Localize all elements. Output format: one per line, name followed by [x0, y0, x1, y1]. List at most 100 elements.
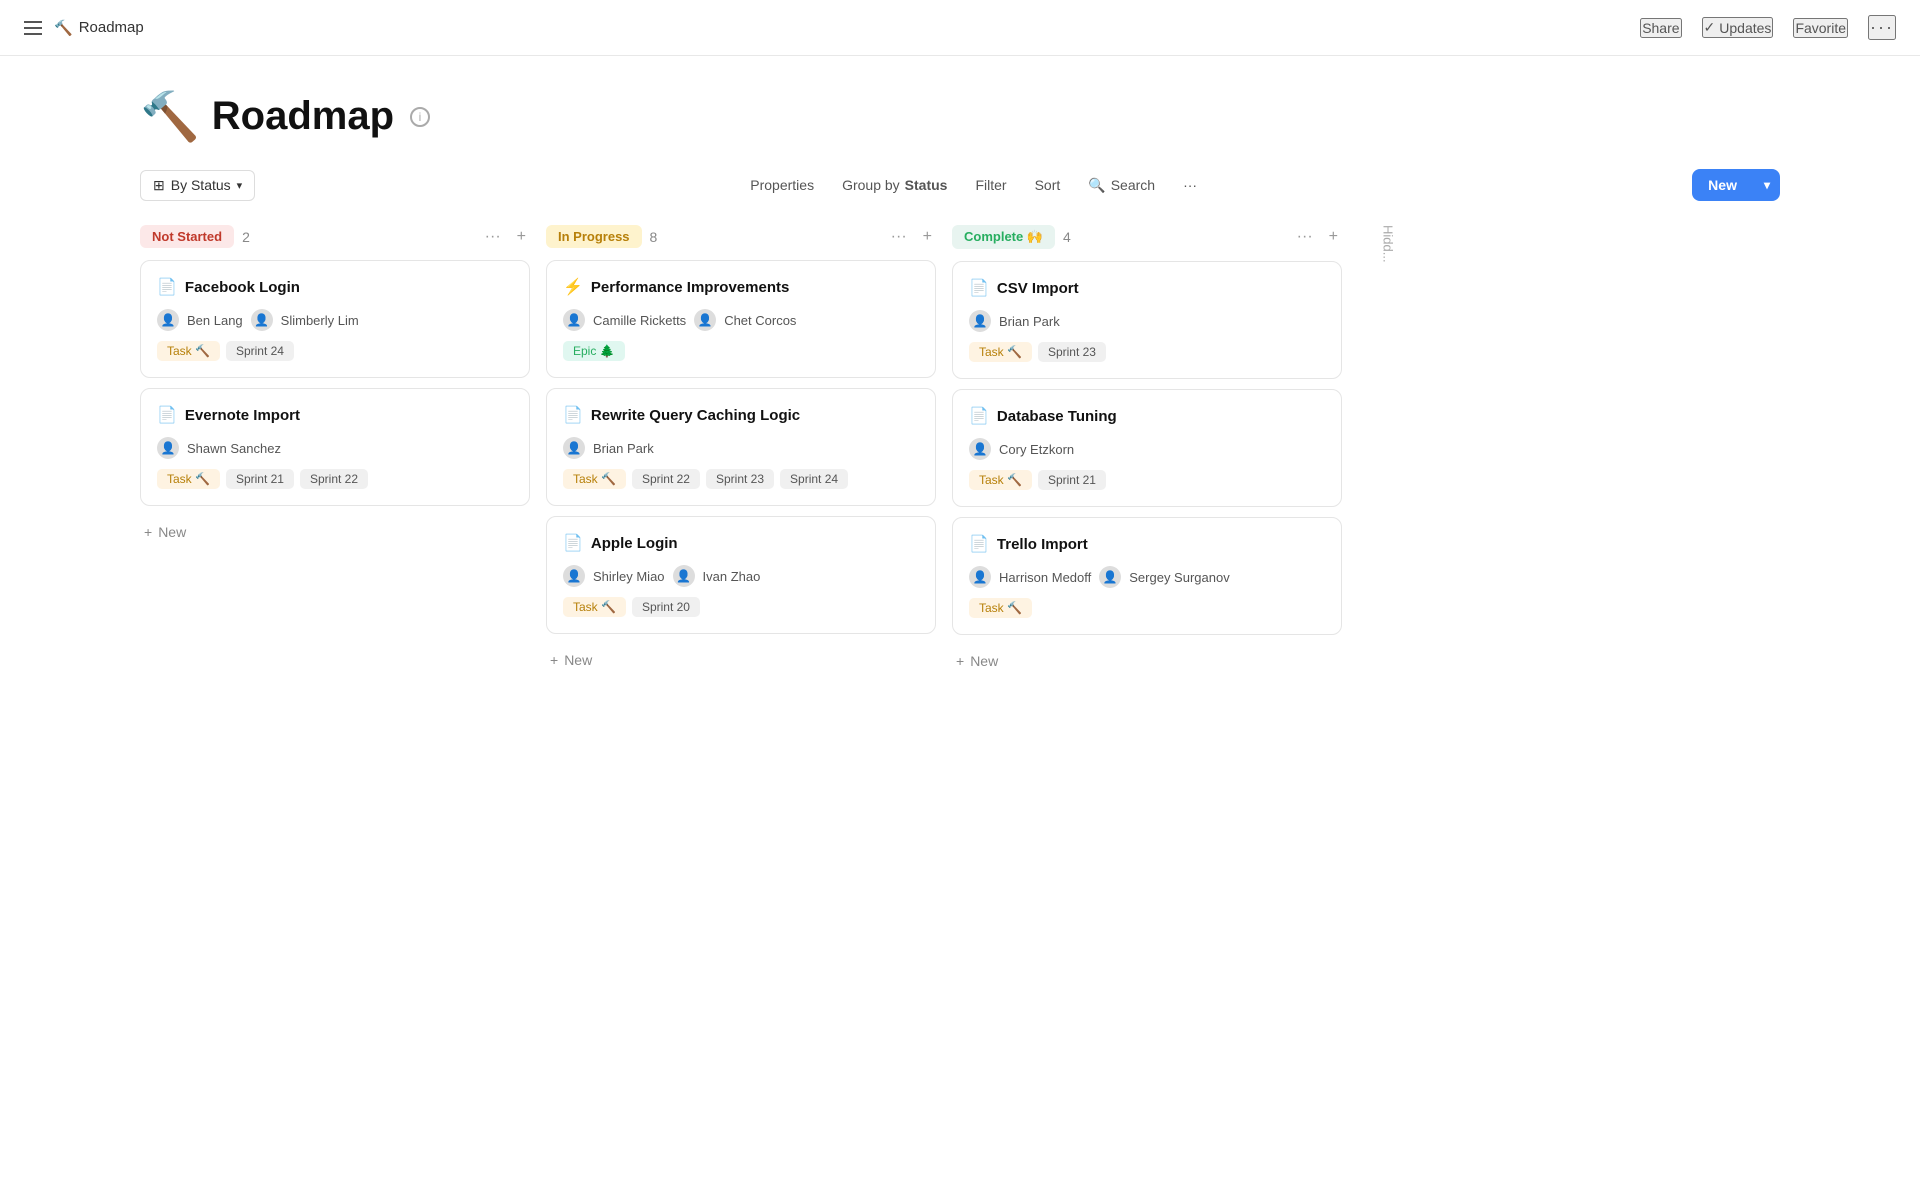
- column-menu-not-started[interactable]: ···: [481, 226, 505, 248]
- avatar: 👤: [694, 309, 716, 331]
- card-title-complete-1: 📄Database Tuning: [969, 406, 1325, 426]
- column-header-not-started: Not Started2···+: [140, 217, 530, 260]
- avatar: 👤: [969, 438, 991, 460]
- tag[interactable]: Sprint 21: [226, 469, 294, 489]
- grid-icon: ⊞: [153, 177, 165, 194]
- assignee-name: Chet Corcos: [724, 313, 796, 328]
- card-doc-icon: 📄: [969, 278, 989, 298]
- column-add-not-started[interactable]: +: [513, 226, 530, 248]
- avatar: 👤: [563, 437, 585, 459]
- by-status-button[interactable]: ⊞ By Status ▾: [140, 170, 255, 201]
- tag[interactable]: Sprint 23: [1038, 342, 1106, 362]
- add-new-in-progress[interactable]: + New: [546, 644, 596, 676]
- tag[interactable]: Task 🔨: [969, 342, 1032, 362]
- card-tags: Task 🔨: [969, 598, 1325, 618]
- assignee-name: Shirley Miao: [593, 569, 665, 584]
- add-new-not-started[interactable]: + New: [140, 516, 190, 548]
- group-by-label: Group by: [842, 177, 900, 193]
- avatar: 👤: [157, 309, 179, 331]
- share-button[interactable]: Share: [1640, 18, 1681, 38]
- card-doc-icon: 📄: [157, 277, 177, 297]
- tag[interactable]: Sprint 24: [780, 469, 848, 489]
- board: Not Started2···+📄Facebook Login👤Ben Lang…: [140, 217, 1780, 677]
- status-badge-complete: Complete 🙌: [952, 225, 1055, 249]
- tag[interactable]: Sprint 24: [226, 341, 294, 361]
- tag[interactable]: Task 🔨: [969, 470, 1032, 490]
- assignee-name: Cory Etzkorn: [999, 442, 1074, 457]
- card-title-complete-0: 📄 CSV Import: [969, 278, 1325, 298]
- tag[interactable]: Task 🔨: [563, 597, 626, 617]
- column-menu-complete[interactable]: ···: [1293, 226, 1317, 248]
- more-toolbar-button[interactable]: ···: [1171, 171, 1209, 199]
- tag[interactable]: Sprint 23: [706, 469, 774, 489]
- card-assignees: 👤Shirley Miao👤Ivan Zhao: [563, 565, 919, 587]
- assignee-name: Camille Ricketts: [593, 313, 686, 328]
- tag[interactable]: Sprint 22: [632, 469, 700, 489]
- topbar: 🔨 Roadmap Share ✓ Updates Favorite ···: [0, 0, 1920, 56]
- new-btn-arrow-icon[interactable]: ▾: [1754, 170, 1780, 200]
- tag[interactable]: Task 🔨: [157, 469, 220, 489]
- tag[interactable]: Task 🔨: [157, 341, 220, 361]
- column-add-in-progress[interactable]: +: [919, 226, 936, 248]
- card-doc-icon: 📄: [563, 405, 583, 425]
- assignee-name: Sergey Surganov: [1129, 570, 1229, 585]
- card-title-text: Evernote Import: [185, 407, 300, 424]
- card-in-progress-2[interactable]: 📄Apple Login👤Shirley Miao👤Ivan ZhaoTask …: [546, 516, 936, 634]
- card-tags: Task 🔨 Sprint 24: [157, 341, 513, 361]
- tag[interactable]: Sprint 21: [1038, 470, 1106, 490]
- properties-button[interactable]: Properties: [738, 171, 826, 199]
- more-options-button[interactable]: ···: [1868, 15, 1896, 40]
- new-button-label: New: [1692, 169, 1753, 201]
- card-assignees: 👤 Camille Ricketts 👤 Chet Corcos: [563, 309, 919, 331]
- favorite-button[interactable]: Favorite: [1793, 18, 1848, 38]
- card-tags: Task 🔨 Sprint 21 Sprint 22: [157, 469, 513, 489]
- sort-button[interactable]: Sort: [1023, 171, 1073, 199]
- column-header-in-progress: In Progress8···+: [546, 217, 936, 260]
- card-in-progress-1[interactable]: 📄Rewrite Query Caching Logic👤Brian ParkT…: [546, 388, 936, 506]
- avatar: 👤: [673, 565, 695, 587]
- add-new-complete[interactable]: + New: [952, 645, 1002, 677]
- column-header-complete: Complete 🙌 4 ··· +: [952, 217, 1342, 261]
- card-complete-2[interactable]: 📄Trello Import👤Harrison Medoff👤Sergey Su…: [952, 517, 1342, 635]
- tag[interactable]: Sprint 22: [300, 469, 368, 489]
- card-title-text: CSV Import: [997, 280, 1079, 297]
- column-complete: Complete 🙌4···+📄CSV Import👤Brian ParkTas…: [952, 217, 1342, 677]
- column-count-not-started: 2: [242, 229, 250, 245]
- tag[interactable]: Epic 🌲: [563, 341, 625, 361]
- assignee-name: Ben Lang: [187, 313, 243, 328]
- card-tags: Task 🔨 Sprint 22 Sprint 23 Sprint 24: [563, 469, 919, 489]
- page-title: Roadmap: [212, 94, 394, 139]
- search-button[interactable]: 🔍 Search: [1076, 171, 1167, 200]
- card-doc-icon: 📄: [969, 534, 989, 554]
- column-menu-in-progress[interactable]: ···: [887, 226, 911, 248]
- card-not-started-0[interactable]: 📄Facebook Login👤Ben Lang👤Slimberly LimTa…: [140, 260, 530, 378]
- card-title-text: Performance Improvements: [591, 279, 789, 296]
- card-in-progress-0[interactable]: ⚡Performance Improvements👤Camille Ricket…: [546, 260, 936, 378]
- column-add-complete[interactable]: +: [1325, 226, 1342, 248]
- tag[interactable]: Sprint 20: [632, 597, 700, 617]
- assignee-name: Brian Park: [593, 441, 654, 456]
- card-title-complete-2: 📄Trello Import: [969, 534, 1325, 554]
- avatar: 👤: [563, 309, 585, 331]
- card-not-started-1[interactable]: 📄Evernote Import👤Shawn SanchezTask 🔨Spri…: [140, 388, 530, 506]
- group-by-value: Status: [905, 177, 948, 193]
- updates-button[interactable]: ✓ Updates: [1702, 17, 1774, 38]
- search-label: Search: [1111, 177, 1155, 193]
- tag[interactable]: Task 🔨: [969, 598, 1032, 618]
- toolbar: ⊞ By Status ▾ Properties Group by Status…: [0, 169, 1920, 217]
- new-button[interactable]: New ▾: [1692, 169, 1780, 201]
- tag[interactable]: Task 🔨: [563, 469, 626, 489]
- sort-label: Sort: [1035, 177, 1061, 193]
- card-complete-1[interactable]: 📄Database Tuning 👤 Cory Etzkorn Task 🔨 Sprin…: [952, 389, 1342, 507]
- card-assignees: 👤 Brian Park: [563, 437, 919, 459]
- card-doc-icon: 📄: [157, 405, 177, 425]
- card-complete-0[interactable]: 📄CSV Import👤Brian ParkTask 🔨Sprint 23: [952, 261, 1342, 379]
- column-count-complete: 4: [1063, 229, 1071, 245]
- menu-icon[interactable]: [24, 21, 42, 35]
- card-title-text: Apple Login: [591, 535, 678, 552]
- group-by-button[interactable]: Group by Status: [830, 171, 959, 199]
- filter-button[interactable]: Filter: [963, 171, 1018, 199]
- assignee-name: Shawn Sanchez: [187, 441, 281, 456]
- info-icon[interactable]: i: [410, 107, 430, 127]
- topbar-left: 🔨 Roadmap: [24, 19, 144, 37]
